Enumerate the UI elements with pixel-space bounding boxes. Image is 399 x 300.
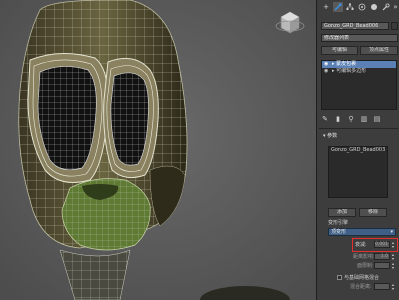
distance-label: 距离影响: <box>353 254 375 260</box>
pin-stack-icon[interactable]: ✎ <box>321 115 329 123</box>
modifier-stack[interactable]: ◉ ▸ 蒙皮包裹 ◉ ▸ 可编辑多边形 <box>321 60 397 110</box>
motion-icon <box>358 3 366 11</box>
face-limit-label: 面限制: <box>357 263 374 269</box>
blend-checkbox[interactable] <box>337 275 342 280</box>
modifier-list-label: 修改器列表 <box>324 35 350 41</box>
stack-item-label: ▸ 可编辑多边形 <box>332 68 367 74</box>
chevron-right-icon: » <box>393 3 398 11</box>
make-unique-icon[interactable]: ⚲ <box>347 115 355 123</box>
more-tabs[interactable]: » <box>392 2 399 12</box>
blend-distance-spinner[interactable] <box>374 283 390 290</box>
show-end-result-icon[interactable]: ▮ <box>334 115 342 123</box>
parameters-rollout-header[interactable]: ▾ 参数 <box>323 133 337 139</box>
object-name-field[interactable]: Gonzo_GRD_Bead006 <box>321 22 389 30</box>
viewport[interactable] <box>0 0 316 300</box>
deform-engine-dropdown[interactable]: 顶变形 ▾ <box>328 228 396 236</box>
chevron-down-icon: ▾ <box>390 229 393 235</box>
deform-engine-label: 变形引擎 <box>328 220 349 226</box>
motion-tab[interactable] <box>357 2 367 12</box>
remove-modifier-icon[interactable]: ▥ <box>360 115 368 123</box>
remove-button[interactable]: 移除 <box>359 208 387 217</box>
stack-item-label: ▸ 蒙皮包裹 <box>332 61 357 67</box>
add-button[interactable]: 添加 <box>328 208 356 217</box>
viewport-scene <box>0 0 316 300</box>
stack-toolbar: ✎ ▮ ⚲ ▥ ▤ <box>321 115 397 124</box>
modify-tab[interactable] <box>333 2 343 12</box>
hierarchy-icon <box>346 3 354 10</box>
edit-poly-button[interactable]: 可编辑 <box>321 46 358 55</box>
spinner-arrows-icon[interactable]: ▴ ▾ <box>391 241 395 249</box>
face-limit-spinner[interactable] <box>374 262 390 269</box>
wrap-objects-list[interactable]: Gonzo_GRD_Bead003 <box>328 146 388 198</box>
spinner-arrows-icon[interactable]: ▴ ▾ <box>391 283 395 291</box>
configure-sets-icon[interactable]: ▤ <box>373 115 381 123</box>
blend-distance-label: 混合距离: <box>350 284 372 290</box>
spinner-arrows-icon[interactable]: ▴ ▾ <box>391 262 395 270</box>
vertex-property-button[interactable]: 顶点属性 <box>360 46 398 55</box>
command-panel: + » Gonzo_GRD_Bead006 修改器列表 可编辑 顶点属性 ◉ ▸… <box>316 0 399 300</box>
eye-icon[interactable]: ◉ <box>324 61 328 68</box>
blend-checkbox-label: 与基础网格混合 <box>344 275 380 281</box>
utilities-tab[interactable] <box>381 2 391 12</box>
stack-item-skin-wrap[interactable]: ◉ ▸ 蒙皮包裹 <box>322 61 396 68</box>
eye-icon[interactable]: ◉ <box>324 68 328 75</box>
object-color-swatch[interactable] <box>391 22 398 30</box>
modifier-list-dropdown[interactable]: 修改器列表 <box>321 34 398 42</box>
hierarchy-tab[interactable] <box>345 2 355 12</box>
deform-engine-value: 顶变形 <box>331 229 347 235</box>
display-icon <box>371 4 377 10</box>
modify-icon <box>334 3 342 11</box>
falloff-label: 衰减: <box>355 242 367 248</box>
spinner-arrows-icon[interactable]: ▴ ▾ <box>391 253 395 261</box>
plus-icon: + <box>323 3 329 11</box>
falloff-spinner[interactable]: 0.001 <box>374 241 390 248</box>
stack-item-editable-poly[interactable]: ◉ ▸ 可编辑多边形 <box>322 68 396 75</box>
distance-spinner[interactable]: 1.0 <box>374 253 390 260</box>
wrench-icon <box>382 3 390 11</box>
divider <box>319 128 398 129</box>
create-tab[interactable]: + <box>321 2 331 12</box>
parameters-title: 参数 <box>327 133 338 139</box>
display-tab[interactable] <box>369 2 379 12</box>
list-item[interactable]: Gonzo_GRD_Bead003 <box>331 147 387 154</box>
